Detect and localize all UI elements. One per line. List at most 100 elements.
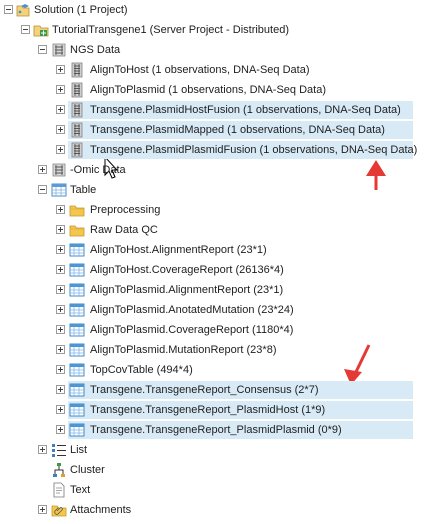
expand-icon[interactable] bbox=[56, 425, 65, 434]
tree-node-label: AlignToPlasmid.AlignmentReport (23*1) bbox=[90, 284, 284, 296]
expand-icon[interactable] bbox=[56, 125, 65, 134]
tree-node-label: Transgene.PlasmidMapped (1 observations,… bbox=[90, 124, 385, 136]
tree-node[interactable]: NGS Data bbox=[0, 40, 429, 60]
tree-node-label: -Omic Data bbox=[70, 164, 126, 176]
list-icon bbox=[51, 442, 67, 458]
tree-node[interactable]: Transgene.PlasmidPlasmidFusion (1 observ… bbox=[0, 140, 429, 160]
table-icon bbox=[69, 342, 85, 358]
tree-node[interactable]: Attachments bbox=[0, 500, 429, 520]
tree-node-label: Transgene.TransgeneReport_PlasmidPlasmid… bbox=[90, 424, 342, 436]
tree-node-label: Transgene.PlasmidPlasmidFusion (1 observ… bbox=[90, 144, 418, 156]
tree-node-label: Transgene.TransgeneReport_Consensus (2*7… bbox=[90, 384, 319, 396]
cluster-icon bbox=[51, 462, 67, 478]
tree-node-label: Transgene.TransgeneReport_PlasmidHost (1… bbox=[90, 404, 326, 416]
tree-node-label: Solution (1 Project) bbox=[34, 4, 128, 16]
table-icon bbox=[69, 242, 85, 258]
tree-node-label: AlignToPlasmid.MutationReport (23*8) bbox=[90, 344, 277, 356]
tree-node-label: AlignToHost.AlignmentReport (23*1) bbox=[90, 244, 267, 256]
collapse-icon[interactable] bbox=[38, 185, 47, 194]
expand-icon[interactable] bbox=[56, 205, 65, 214]
tree-node[interactable]: Transgene.TransgeneReport_Consensus (2*7… bbox=[0, 380, 429, 400]
tree-node-label: List bbox=[70, 444, 88, 456]
dna-data-icon bbox=[69, 122, 85, 138]
tree-node[interactable]: AlignToPlasmid.AnotatedMutation (23*24) bbox=[0, 300, 429, 320]
expand-icon[interactable] bbox=[56, 285, 65, 294]
expand-icon[interactable] bbox=[56, 225, 65, 234]
expand-icon[interactable] bbox=[56, 245, 65, 254]
tree-node-label: AlignToPlasmid.AnotatedMutation (23*24) bbox=[90, 304, 294, 316]
tree-node[interactable]: Transgene.PlasmidMapped (1 observations,… bbox=[0, 120, 429, 140]
tree-node-label: Attachments bbox=[70, 504, 132, 516]
table-icon bbox=[69, 382, 85, 398]
tree-node[interactable]: TopCovTable (494*4) bbox=[0, 360, 429, 380]
attachments-icon bbox=[51, 502, 67, 518]
expand-icon[interactable] bbox=[56, 325, 65, 334]
table-icon bbox=[69, 422, 85, 438]
expand-icon[interactable] bbox=[38, 445, 47, 454]
tree-node[interactable]: Text bbox=[0, 480, 429, 500]
tree-node[interactable]: AlignToPlasmid.AlignmentReport (23*1) bbox=[0, 280, 429, 300]
expand-icon[interactable] bbox=[56, 345, 65, 354]
tree-node-label: Text bbox=[70, 484, 91, 496]
ngs-folder-icon bbox=[51, 42, 67, 58]
tree-node-label: TutorialTransgene1 (Server Project - Dis… bbox=[52, 24, 289, 36]
expand-icon[interactable] bbox=[38, 165, 47, 174]
tree-node[interactable]: AlignToHost.CoverageReport (26136*4) bbox=[0, 260, 429, 280]
tree-node-label: Transgene.PlasmidHostFusion (1 observati… bbox=[90, 104, 401, 116]
tree-node[interactable]: AlignToPlasmid.CoverageReport (1180*4) bbox=[0, 320, 429, 340]
tree-node-label: AlignToPlasmid.CoverageReport (1180*4) bbox=[90, 324, 294, 336]
tree-node-label: AlignToHost (1 observations, DNA-Seq Dat… bbox=[90, 64, 310, 76]
tree-node[interactable]: Transgene.TransgeneReport_PlasmidHost (1… bbox=[0, 400, 429, 420]
tree-node-label: AlignToHost.CoverageReport (26136*4) bbox=[90, 264, 284, 276]
table-icon bbox=[69, 282, 85, 298]
expand-icon[interactable] bbox=[56, 265, 65, 274]
tree-node-label: Cluster bbox=[70, 464, 105, 476]
tree-node-label: AlignToPlasmid (1 observations, DNA-Seq … bbox=[90, 84, 326, 96]
expand-icon[interactable] bbox=[56, 305, 65, 314]
tree-node[interactable]: Cluster bbox=[0, 460, 429, 480]
table-icon bbox=[69, 302, 85, 318]
tree-node[interactable]: -Omic Data bbox=[0, 160, 429, 180]
table-icon bbox=[69, 322, 85, 338]
expand-icon[interactable] bbox=[56, 145, 65, 154]
tree-node[interactable]: Solution (1 Project) bbox=[0, 0, 429, 20]
tree-node[interactable]: List bbox=[0, 440, 429, 460]
table-icon bbox=[69, 362, 85, 378]
expand-icon[interactable] bbox=[56, 105, 65, 114]
expand-icon[interactable] bbox=[56, 85, 65, 94]
table-icon bbox=[69, 262, 85, 278]
expand-icon[interactable] bbox=[56, 365, 65, 374]
expand-icon[interactable] bbox=[56, 65, 65, 74]
tree-node[interactable]: Table bbox=[0, 180, 429, 200]
folder-icon bbox=[69, 222, 85, 238]
text-icon bbox=[51, 482, 67, 498]
tree-node-label: Raw Data QC bbox=[90, 224, 158, 236]
tree-node[interactable]: AlignToPlasmid.MutationReport (23*8) bbox=[0, 340, 429, 360]
collapse-icon[interactable] bbox=[4, 5, 13, 14]
project-icon bbox=[33, 22, 49, 38]
dna-data-icon bbox=[69, 102, 85, 118]
folder-icon bbox=[69, 202, 85, 218]
expand-icon[interactable] bbox=[56, 405, 65, 414]
omic-folder-icon bbox=[51, 162, 67, 178]
tree-node[interactable]: AlignToPlasmid (1 observations, DNA-Seq … bbox=[0, 80, 429, 100]
tree-node[interactable]: Transgene.PlasmidHostFusion (1 observati… bbox=[0, 100, 429, 120]
collapse-icon[interactable] bbox=[38, 45, 47, 54]
tree-node[interactable]: Raw Data QC bbox=[0, 220, 429, 240]
dna-data-icon bbox=[69, 82, 85, 98]
tree-node[interactable]: Preprocessing bbox=[0, 200, 429, 220]
tree-node-label: Preprocessing bbox=[90, 204, 161, 216]
collapse-icon[interactable] bbox=[21, 25, 30, 34]
tree-node[interactable]: TutorialTransgene1 (Server Project - Dis… bbox=[0, 20, 429, 40]
tree-node[interactable]: AlignToHost.AlignmentReport (23*1) bbox=[0, 240, 429, 260]
expand-icon[interactable] bbox=[38, 505, 47, 514]
table-folder-icon bbox=[51, 182, 67, 198]
dna-data-icon bbox=[69, 62, 85, 78]
table-icon bbox=[69, 402, 85, 418]
tree-node-label: TopCovTable (494*4) bbox=[90, 364, 193, 376]
expand-icon[interactable] bbox=[56, 385, 65, 394]
tree-node[interactable]: AlignToHost (1 observations, DNA-Seq Dat… bbox=[0, 60, 429, 80]
tree-node-label: NGS Data bbox=[70, 44, 121, 56]
tree-node[interactable]: Transgene.TransgeneReport_PlasmidPlasmid… bbox=[0, 420, 429, 440]
project-explorer-tree: Solution (1 Project) TutorialTransgene1 (… bbox=[0, 0, 429, 524]
